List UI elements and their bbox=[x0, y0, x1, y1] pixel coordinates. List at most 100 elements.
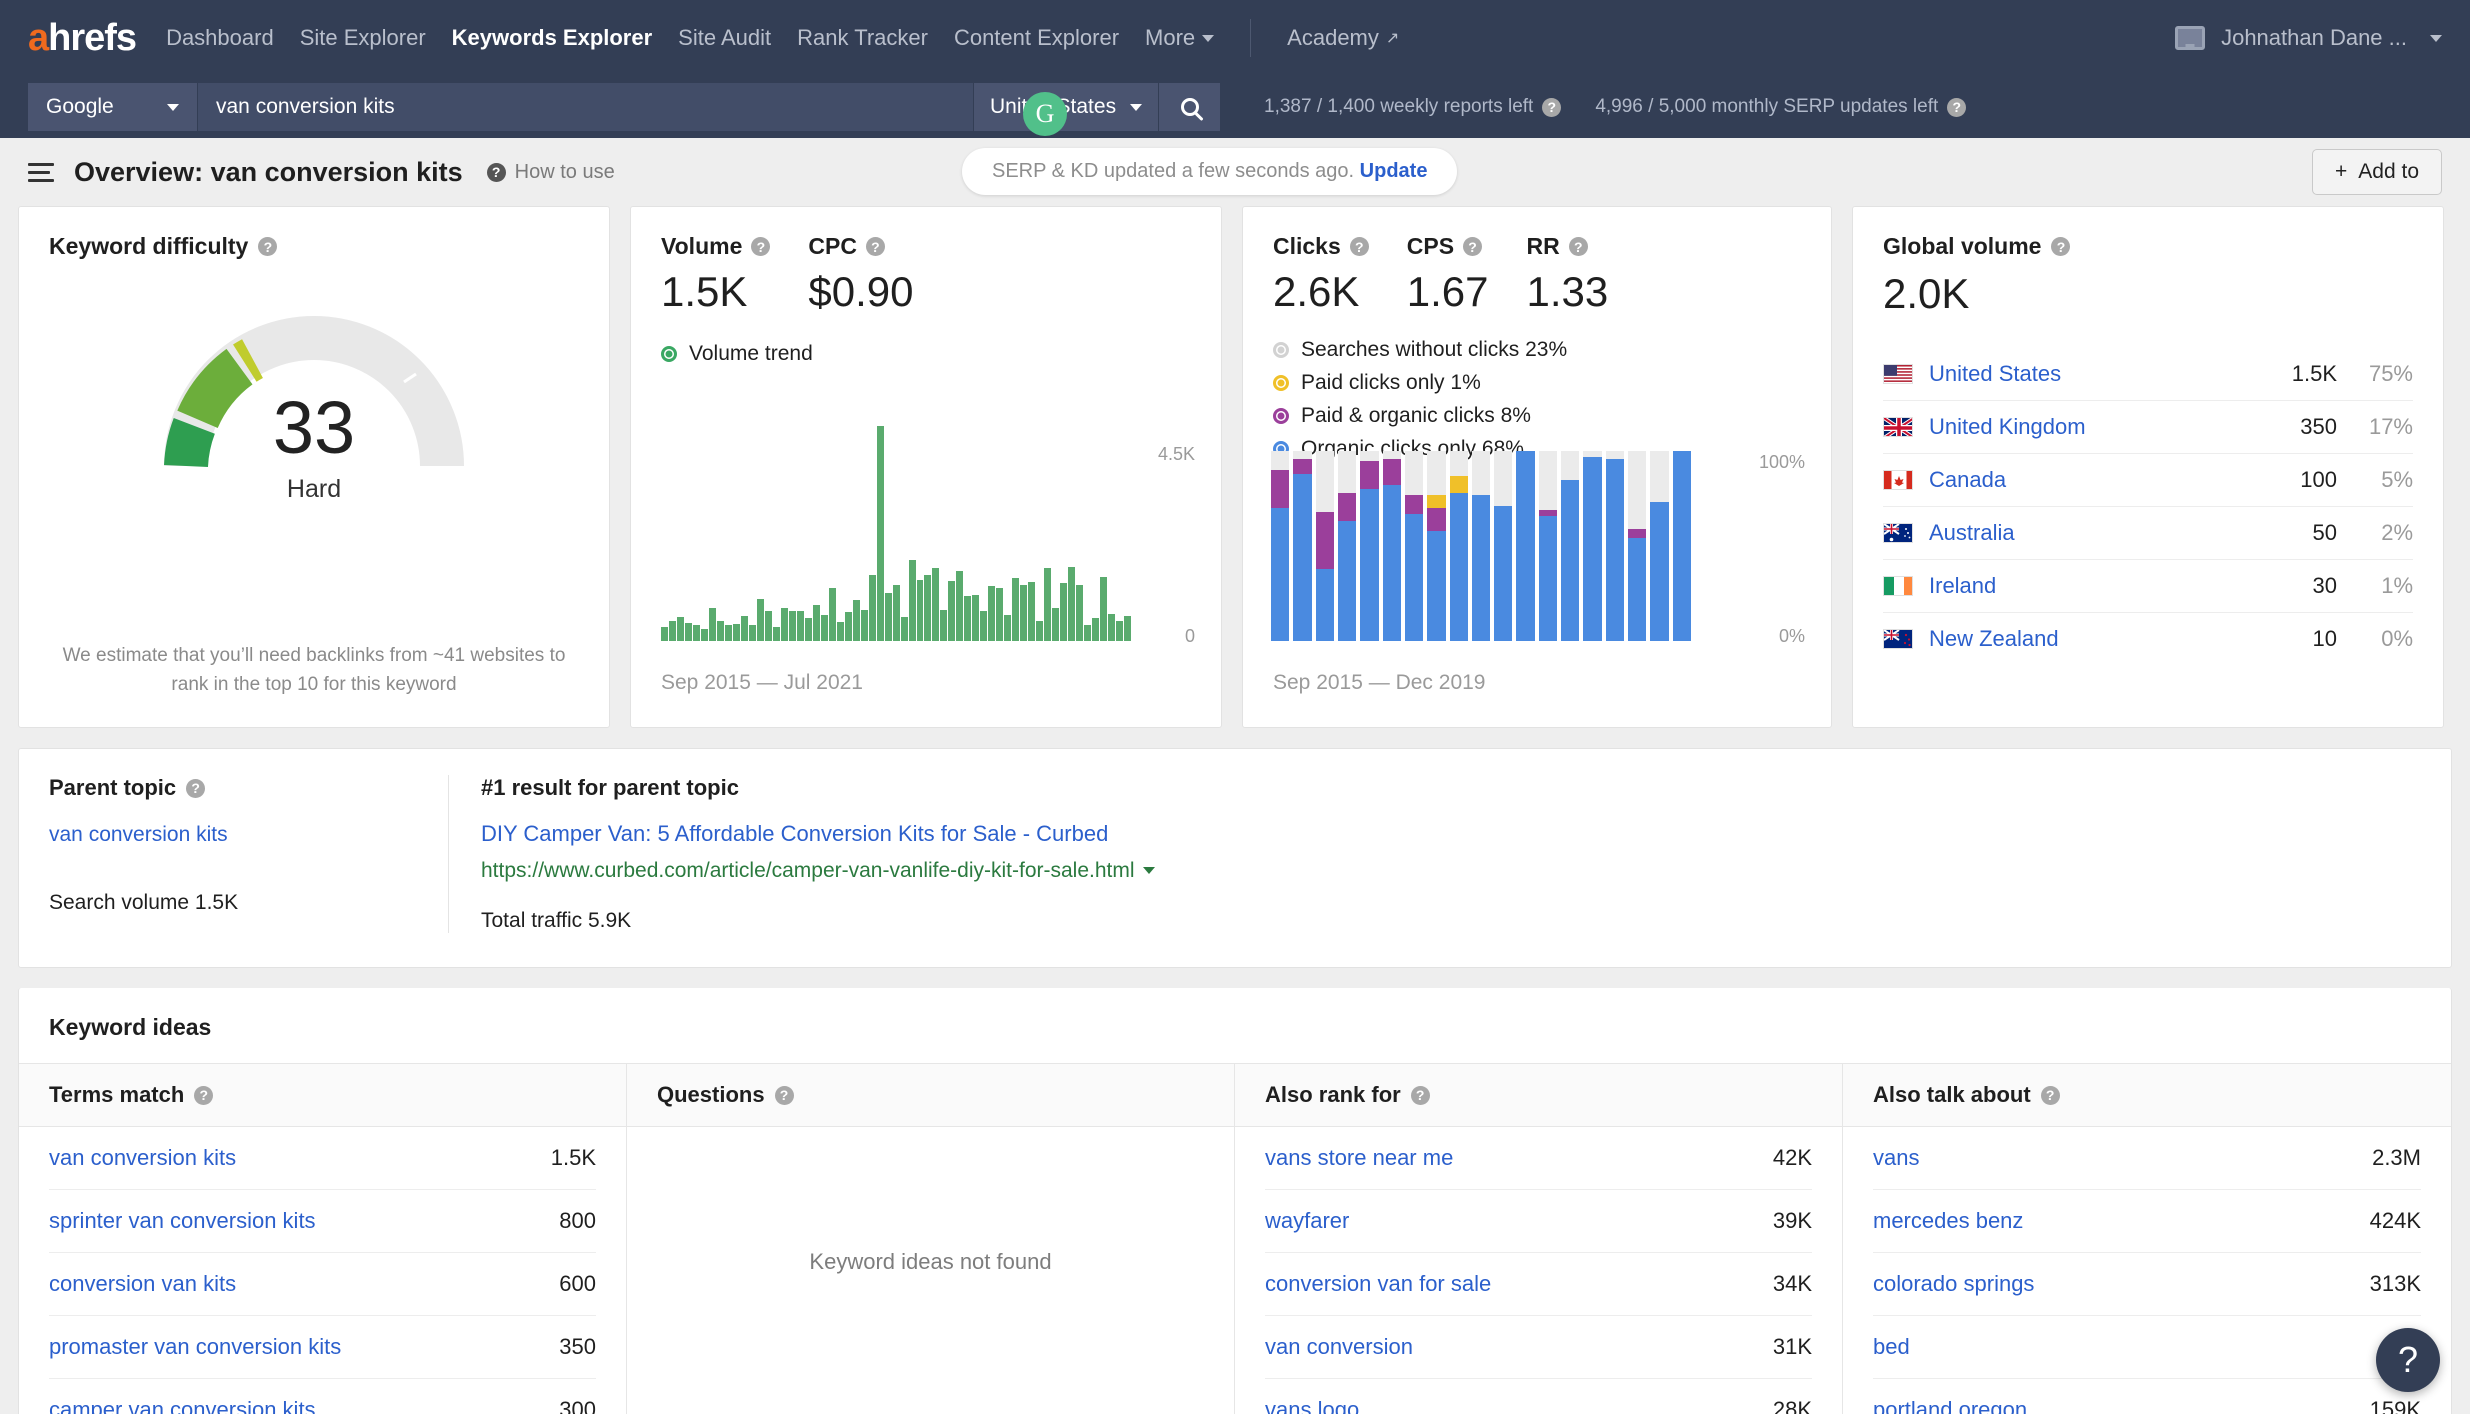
table-row[interactable]: conversion van for sale 34K bbox=[1265, 1253, 1812, 1316]
nav-item-academy[interactable]: Academy ↗ bbox=[1287, 25, 1399, 51]
search-engine-select[interactable]: Google bbox=[28, 83, 198, 131]
nav-item-keywords-explorer[interactable]: Keywords Explorer bbox=[452, 25, 653, 51]
keyword-link[interactable]: vans store near me bbox=[1265, 1145, 1453, 1171]
help-icon[interactable]: ? bbox=[2040, 1085, 2060, 1105]
nav-item-more[interactable]: More bbox=[1145, 25, 1215, 51]
help-icon[interactable]: ? bbox=[194, 1085, 214, 1105]
radio-icon bbox=[661, 346, 677, 362]
chevron-down-icon[interactable] bbox=[2430, 34, 2442, 42]
global-volume-row[interactable]: United Kingdom 350 17% bbox=[1883, 401, 2413, 454]
clicks-bar bbox=[1628, 451, 1647, 641]
cps-label: CPS bbox=[1406, 233, 1455, 259]
legend-paid-and-organic-clicks[interactable]: Paid & organic clicks 8% bbox=[1273, 404, 1801, 428]
add-to-button[interactable]: + Add to bbox=[2312, 149, 2442, 195]
country-percent: 1% bbox=[2381, 573, 2413, 598]
help-icon[interactable]: ? bbox=[1542, 97, 1562, 117]
table-row[interactable]: sprinter van conversion kits 800 bbox=[49, 1190, 596, 1253]
table-row[interactable]: van conversion kits 1.5K bbox=[49, 1127, 596, 1190]
keyword-link[interactable]: van conversion bbox=[1265, 1334, 1413, 1360]
table-row[interactable]: van conversion 31K bbox=[1265, 1316, 1812, 1379]
help-icon[interactable]: ? bbox=[774, 1085, 794, 1105]
keyword-link[interactable]: conversion van kits bbox=[49, 1271, 236, 1297]
help-icon[interactable]: ? bbox=[258, 237, 278, 256]
keyword-link[interactable]: vans logo bbox=[1265, 1397, 1359, 1414]
table-row[interactable]: promaster van conversion kits 350 bbox=[49, 1316, 596, 1379]
table-row[interactable]: mercedes benz 424K bbox=[1873, 1190, 2421, 1253]
keyword-link[interactable]: wayfarer bbox=[1265, 1208, 1349, 1234]
table-row[interactable]: vans 2.3M bbox=[1873, 1127, 2421, 1190]
global-volume-row[interactable]: Ireland 30 1% bbox=[1883, 560, 2413, 613]
help-icon[interactable]: ? bbox=[1410, 1085, 1430, 1105]
country-name[interactable]: New Zealand bbox=[1929, 626, 2313, 652]
table-row[interactable]: colorado springs 313K bbox=[1873, 1253, 2421, 1316]
update-link[interactable]: Update bbox=[1360, 160, 1428, 182]
parent-topic-label: Parent topic bbox=[49, 775, 177, 800]
nav-item-dashboard[interactable]: Dashboard bbox=[166, 25, 274, 51]
country-name[interactable]: United States bbox=[1929, 361, 2292, 387]
search-button[interactable] bbox=[1158, 83, 1220, 131]
top-result-url[interactable]: https://www.curbed.com/article/camper-va… bbox=[481, 859, 1155, 883]
global-volume-row[interactable]: United States 1.5K 75% bbox=[1883, 348, 2413, 401]
help-icon[interactable]: ? bbox=[2051, 237, 2071, 256]
parent-topic-keyword[interactable]: van conversion kits bbox=[49, 823, 424, 847]
top-navigation: ahrefs Dashboard Site Explorer Keywords … bbox=[0, 0, 2470, 76]
keyword-link[interactable]: promaster van conversion kits bbox=[49, 1334, 341, 1360]
global-volume-row[interactable]: Australia 50 2% bbox=[1883, 507, 2413, 560]
nav-item-site-audit[interactable]: Site Audit bbox=[678, 25, 771, 51]
table-row[interactable]: portland oregon 159K bbox=[1873, 1379, 2421, 1414]
help-fab-button[interactable]: ? bbox=[2376, 1328, 2440, 1392]
volume-metrics: Volume ? 1.5K CPC ? $0.90 bbox=[661, 233, 1191, 316]
table-row[interactable]: wayfarer 39K bbox=[1265, 1190, 1812, 1253]
user-name[interactable]: Johnathan Dane ... bbox=[2221, 25, 2407, 51]
keyword-link[interactable]: van conversion kits bbox=[49, 1145, 236, 1171]
menu-toggle-icon[interactable] bbox=[28, 162, 54, 182]
help-icon[interactable]: ? bbox=[186, 778, 206, 798]
global-volume-card: Global volume ? 2.0K United States 1.5K 75… bbox=[1852, 206, 2444, 728]
volume-label: Volume bbox=[661, 233, 743, 259]
help-icon[interactable]: ? bbox=[1463, 237, 1483, 256]
table-row[interactable]: conversion van kits 600 bbox=[49, 1253, 596, 1316]
volume-bar bbox=[780, 607, 788, 641]
volume-bar bbox=[1092, 618, 1100, 641]
country-volume: 350 bbox=[2300, 414, 2337, 439]
monitor-icon[interactable] bbox=[2175, 26, 2206, 50]
nav-item-rank-tracker[interactable]: Rank Tracker bbox=[797, 25, 928, 51]
keyword-link[interactable]: mercedes benz bbox=[1873, 1208, 2023, 1234]
country-name[interactable]: Australia bbox=[1929, 520, 2313, 546]
ahrefs-logo[interactable]: ahrefs bbox=[28, 17, 137, 60]
top-result-title[interactable]: DIY Camper Van: 5 Affordable Conversion … bbox=[481, 821, 1155, 847]
country-name[interactable]: Ireland bbox=[1929, 573, 2313, 599]
global-volume-row[interactable]: Canada 100 5% bbox=[1883, 454, 2413, 507]
keyword-link[interactable]: camper van conversion kits bbox=[49, 1397, 316, 1414]
table-row[interactable]: vans store near me 42K bbox=[1265, 1127, 1812, 1190]
grammarly-badge-icon[interactable]: G bbox=[1023, 92, 1067, 136]
how-to-use-link[interactable]: ? How to use bbox=[486, 161, 615, 184]
country-name[interactable]: Canada bbox=[1929, 467, 2300, 493]
help-icon[interactable]: ? bbox=[865, 237, 885, 256]
keyword-link[interactable]: vans bbox=[1873, 1145, 1919, 1171]
country-name[interactable]: United Kingdom bbox=[1929, 414, 2300, 440]
volume-trend-label: Volume trend bbox=[689, 342, 813, 365]
help-icon[interactable]: ? bbox=[1349, 237, 1369, 256]
search-input[interactable] bbox=[198, 83, 973, 131]
keyword-link[interactable]: colorado springs bbox=[1873, 1271, 2034, 1297]
legend-searches-without-clicks[interactable]: Searches without clicks 23% bbox=[1273, 338, 1801, 362]
keyword-link[interactable]: conversion van for sale bbox=[1265, 1271, 1491, 1297]
global-volume-row[interactable]: New Zealand 10 0% bbox=[1883, 613, 2413, 665]
help-icon[interactable]: ? bbox=[751, 237, 771, 256]
keyword-link[interactable]: sprinter van conversion kits bbox=[49, 1208, 316, 1234]
nav-item-site-explorer[interactable]: Site Explorer bbox=[300, 25, 426, 51]
table-row[interactable]: vans logo 28K bbox=[1265, 1379, 1812, 1414]
table-row[interactable]: bed3 bbox=[1873, 1316, 2421, 1379]
keyword-link[interactable]: bed bbox=[1873, 1334, 1910, 1360]
keyword-link[interactable]: portland oregon bbox=[1873, 1397, 2027, 1414]
kd-title-label: Keyword difficulty bbox=[49, 233, 249, 259]
table-row[interactable]: camper van conversion kits 300 bbox=[49, 1379, 596, 1414]
volume-bar bbox=[892, 584, 900, 641]
help-icon[interactable]: ? bbox=[1568, 237, 1588, 256]
help-icon[interactable]: ? bbox=[1947, 97, 1967, 117]
volume-trend-legend[interactable]: Volume trend bbox=[661, 342, 1191, 366]
volume-bar bbox=[852, 599, 860, 641]
legend-paid-clicks-only[interactable]: Paid clicks only 1% bbox=[1273, 371, 1801, 395]
nav-item-content-explorer[interactable]: Content Explorer bbox=[954, 25, 1119, 51]
